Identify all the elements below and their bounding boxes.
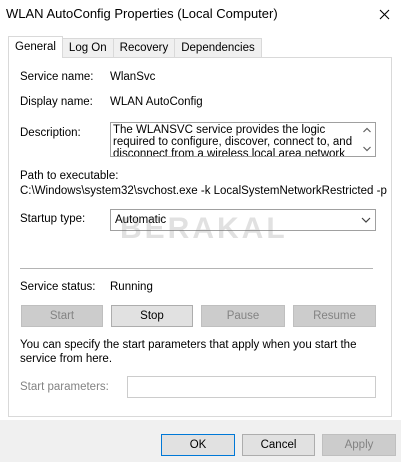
close-icon [379,9,389,19]
title-bar: WLAN AutoConfig Properties (Local Comput… [0,0,401,30]
scroll-up-icon[interactable] [363,127,371,133]
startup-type-value: Automatic [115,214,167,226]
ok-button[interactable]: OK [161,434,235,456]
pause-button[interactable]: Pause [201,305,285,327]
apply-button[interactable]: Apply [322,434,396,456]
service-status-value: Running [110,281,153,293]
tab-recovery[interactable]: Recovery [112,38,176,58]
close-button[interactable] [367,0,401,28]
tab-general[interactable]: General [8,36,63,58]
tab-log-on[interactable]: Log On [61,38,114,58]
service-name-value: WlanSvc [110,71,156,83]
description-label: Description: [20,127,81,139]
tab-strip: General Log On Recovery Dependencies [8,36,262,58]
startup-type-select[interactable]: Automatic [110,209,376,231]
window-title: WLAN AutoConfig Properties (Local Comput… [6,6,278,21]
path-label: Path to executable: [20,170,119,182]
tab-dependencies[interactable]: Dependencies [174,38,262,58]
dialog-footer: OK Cancel Apply [0,420,401,462]
resume-button[interactable]: Resume [293,305,376,327]
start-params-label: Start parameters: [20,381,109,393]
scroll-down-icon[interactable] [363,146,371,152]
stop-button[interactable]: Stop [111,305,193,327]
chevron-down-icon [361,217,371,223]
service-status-label: Service status: [20,281,96,293]
path-value: C:\Windows\system32\svchost.exe -k Local… [20,185,387,197]
start-params-input[interactable] [127,376,376,398]
display-name-label: Display name: [20,96,93,108]
description-text: The WLANSVC service provides the logic r… [113,124,353,157]
start-params-hint: You can specify the start parameters tha… [20,339,357,365]
cancel-button[interactable]: Cancel [242,434,315,456]
description-box[interactable]: The WLANSVC service provides the logic r… [110,122,376,157]
description-scrollbar[interactable] [359,123,375,156]
start-button[interactable]: Start [21,305,103,327]
startup-type-label: Startup type: [20,213,86,225]
divider [20,268,373,269]
service-name-label: Service name: [20,71,94,83]
display-name-value: WLAN AutoConfig [110,96,203,108]
